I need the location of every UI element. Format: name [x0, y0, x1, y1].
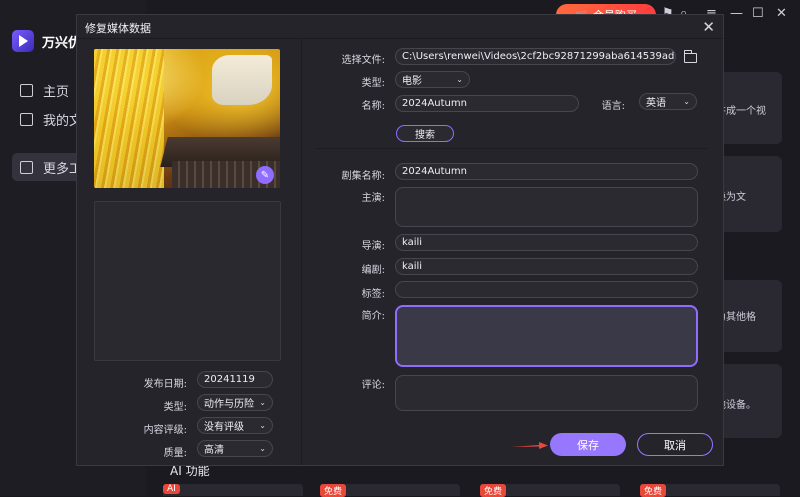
bg-tool-card[interactable]: 免费 [480, 484, 620, 497]
badge: 免费 [640, 484, 667, 497]
close-icon[interactable]: ✕ [776, 6, 787, 21]
director-label: 导演: [361, 241, 385, 252]
badge: 免费 [480, 484, 507, 497]
genre-value: 动作与历险 [204, 399, 254, 410]
name-label: 名称: [361, 101, 385, 112]
name-input[interactable]: 2024Autumn [395, 95, 579, 112]
folder-icon [20, 112, 33, 126]
folder-browse-icon[interactable] [684, 50, 697, 63]
tags-input[interactable] [395, 281, 698, 298]
pointer-arrow-icon [511, 442, 548, 449]
logo-icon [12, 30, 34, 52]
maximize-icon[interactable]: ☐ [752, 6, 764, 21]
type-value: 电影 [402, 76, 422, 87]
director-input[interactable]: kaili [395, 234, 698, 251]
writer-input[interactable]: kaili [395, 258, 698, 275]
secondary-image-area [94, 201, 281, 361]
poster-image [94, 49, 280, 188]
content-rating-select[interactable]: 没有评级 ⌄ [197, 417, 273, 434]
cancel-button[interactable]: 取消 [637, 433, 713, 456]
quality-label: 质量: [163, 448, 187, 459]
sidebar-item-label: 主页 [43, 84, 70, 100]
type-label: 类型: [361, 78, 385, 89]
comment-textarea[interactable] [395, 375, 698, 411]
cast-label: 主演: [361, 193, 385, 204]
chevron-down-icon: ⌄ [259, 444, 266, 453]
badge: AI [163, 484, 180, 494]
comment-label: 评论: [361, 380, 385, 391]
genre-label: 类型: [163, 402, 187, 413]
chevron-down-icon: ⌄ [456, 75, 463, 84]
content-rating-value: 没有评级 [204, 422, 244, 433]
language-label: 语言: [601, 101, 625, 112]
quality-select[interactable]: 高清 ⌄ [197, 440, 273, 457]
episode-name-input[interactable]: 2024Autumn [395, 163, 698, 180]
bg-tool-card[interactable]: 免费 [320, 484, 460, 497]
dialog-close-icon[interactable]: ✕ [702, 18, 715, 36]
file-label: 选择文件: [341, 55, 385, 66]
divider [315, 148, 707, 149]
genre-select[interactable]: 动作与历险 ⌄ [197, 394, 273, 411]
episode-name-label: 剧集名称: [341, 171, 385, 182]
home-icon [20, 83, 33, 97]
chevron-down-icon: ⌄ [683, 97, 690, 106]
bg-tool-card[interactable]: AI [163, 484, 303, 496]
type-select[interactable]: 电影 ⌄ [395, 71, 470, 88]
divider [301, 39, 302, 465]
tags-label: 标签: [361, 289, 385, 300]
chevron-down-icon: ⌄ [259, 398, 266, 407]
language-select[interactable]: 英语 ⌄ [639, 93, 697, 110]
content-rating-label: 内容评级: [143, 425, 187, 436]
cast-textarea[interactable] [395, 187, 698, 227]
bg-tool-card[interactable]: 免费 [640, 484, 780, 497]
summary-label: 简介: [361, 311, 385, 322]
file-path-input[interactable]: C:\Users\renwei\Videos\2cf2bc92871299aba… [395, 48, 676, 65]
badge: 免费 [320, 484, 347, 497]
dialog-title: 修复媒体数据 [85, 22, 151, 35]
minimize-icon[interactable]: — [730, 6, 743, 21]
quality-value: 高清 [204, 445, 224, 456]
repair-metadata-dialog: 修复媒体数据 ✕ ✎ 发布日期: 20241119 类型: 动作与历险 ⌄ 内容评… [76, 14, 724, 466]
edit-poster-icon[interactable]: ✎ [256, 166, 274, 184]
app-window: 万兴优转 主页 我的文 更多工 🛒 会员购买 ⚑ ⌕ ≡ — ☐ ✕ 纟并成一个… [0, 0, 800, 497]
chevron-down-icon: ⌄ [259, 421, 266, 430]
release-date-label: 发布日期: [143, 379, 187, 390]
divider [77, 38, 723, 39]
language-value: 英语 [646, 98, 666, 109]
summary-textarea[interactable] [395, 305, 698, 367]
search-button[interactable]: 搜索 [396, 125, 454, 142]
writer-label: 编剧: [361, 265, 385, 276]
release-date-input[interactable]: 20241119 [197, 371, 273, 388]
save-button[interactable]: 保存 [550, 433, 626, 456]
toolbox-icon [20, 160, 33, 174]
